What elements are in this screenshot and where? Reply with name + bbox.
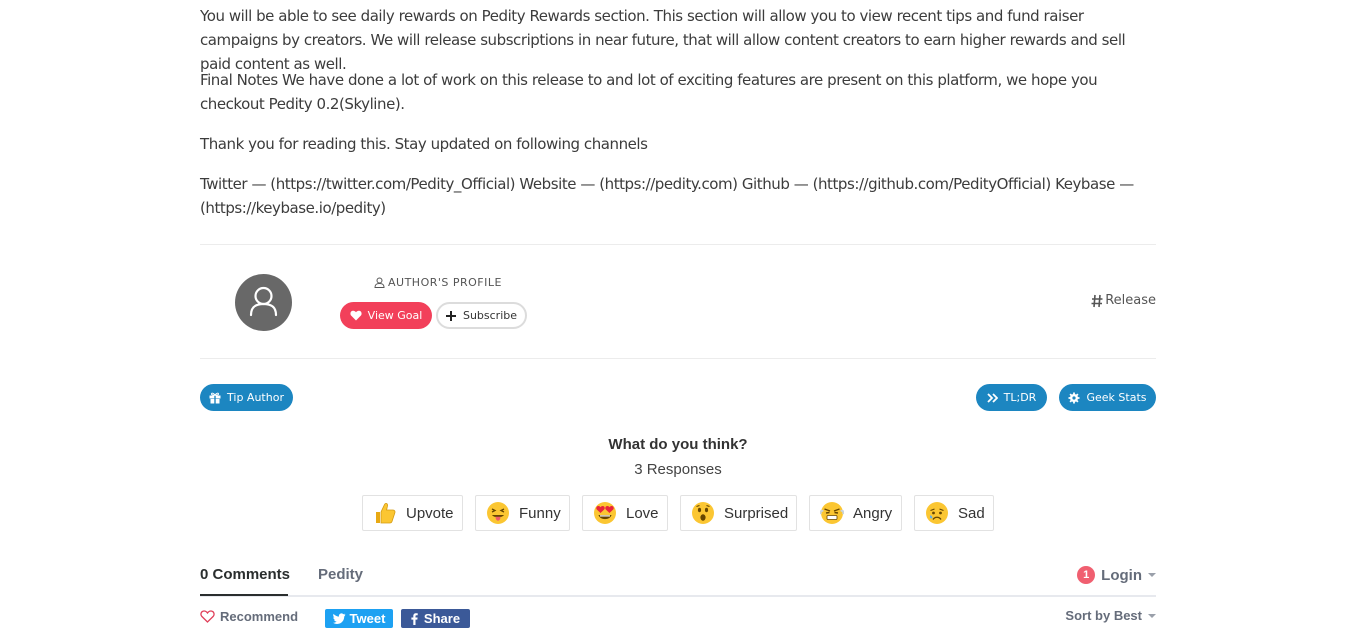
tab-community[interactable]: Pedity (318, 566, 363, 583)
view-goal-label: View Goal (367, 309, 423, 322)
paragraph-channels: Twitter — (https://twitter.com/Pedity_Of… (200, 175, 1134, 217)
heart-eyes-icon (594, 502, 616, 524)
divider (200, 244, 1156, 245)
user-outline-icon (374, 277, 385, 288)
reaction-label: Angry (853, 504, 893, 522)
tag-label: Release (1105, 293, 1156, 308)
facebook-share-button[interactable]: Share (401, 609, 470, 628)
thumbs-up-icon (376, 503, 396, 524)
active-tab-indicator (200, 594, 288, 596)
sad-face-icon (926, 502, 948, 524)
sort-label: Sort by Best (1065, 608, 1142, 623)
chevron-down-icon (1148, 613, 1156, 618)
tag-release[interactable]: Release (1091, 293, 1156, 308)
facebook-icon (411, 612, 418, 625)
share-label: Share (423, 611, 461, 626)
heart-icon (350, 310, 362, 321)
double-chevron-right-icon (987, 392, 998, 403)
view-goal-button[interactable]: View Goal (340, 302, 432, 329)
reactions-title: What do you think? (608, 436, 748, 453)
recommend-button[interactable]: Recommend (200, 609, 298, 624)
gear-icon (1068, 392, 1080, 403)
heart-outline-icon (200, 610, 215, 623)
tip-author-button[interactable]: Tip Author (200, 384, 293, 411)
tongue-face-icon (487, 502, 509, 524)
subscribe-button[interactable]: Subscribe (436, 302, 527, 329)
recommend-label: Recommend (220, 609, 299, 624)
paragraph-thank-you: Thank you for reading this. Stay updated… (200, 135, 648, 153)
login-label: Login (1101, 566, 1142, 584)
angry-face-icon (820, 502, 844, 524)
login-menu[interactable]: 1 Login (1077, 566, 1156, 584)
tweet-button[interactable]: Tweet (325, 609, 393, 628)
avatar[interactable] (235, 274, 292, 331)
gift-icon (209, 392, 221, 403)
tldr-button[interactable]: TL;DR (976, 384, 1047, 411)
reactions-count: 3 Responses (634, 461, 722, 478)
geek-stats-button[interactable]: Geek Stats (1059, 384, 1156, 411)
authors-profile-label: AUTHOR'S PROFILE (388, 276, 502, 289)
reaction-surprised[interactable]: Surprised (680, 495, 797, 531)
reaction-sad[interactable]: Sad (914, 495, 994, 531)
tab-comments[interactable]: 0 Comments (200, 566, 290, 583)
reaction-label: Love (626, 504, 659, 522)
tip-author-label: Tip Author (227, 391, 284, 404)
reaction-label: Funny (519, 504, 561, 522)
hash-icon (1091, 294, 1103, 307)
tldr-label: TL;DR (1003, 391, 1037, 404)
reaction-label: Surprised (724, 504, 789, 522)
divider (200, 358, 1156, 359)
paragraph-final-notes: Final Notes We have done a lot of work o… (200, 71, 1098, 113)
reaction-angry[interactable]: Angry (809, 495, 902, 531)
user-icon (249, 286, 278, 317)
plus-icon (445, 310, 456, 321)
authors-profile-link[interactable]: AUTHOR'S PROFILE (374, 276, 502, 289)
paragraph-rewards: You will be able to see daily rewards on… (200, 7, 1126, 73)
reaction-love[interactable]: Love (582, 495, 668, 531)
surprised-face-icon (692, 502, 714, 524)
geek-stats-label: Geek Stats (1086, 391, 1147, 404)
reaction-upvote[interactable]: Upvote (362, 495, 463, 531)
notification-badge: 1 (1077, 566, 1096, 584)
twitter-icon (332, 613, 346, 624)
reaction-funny[interactable]: Funny (475, 495, 570, 531)
subscribe-label: Subscribe (462, 309, 518, 322)
tabs-divider (200, 595, 1156, 597)
tweet-label: Tweet (349, 611, 386, 626)
reaction-label: Sad (958, 504, 985, 522)
chevron-down-icon (1148, 573, 1156, 577)
sort-dropdown[interactable]: Sort by Best (1065, 608, 1156, 623)
reaction-label: Upvote (406, 504, 454, 522)
